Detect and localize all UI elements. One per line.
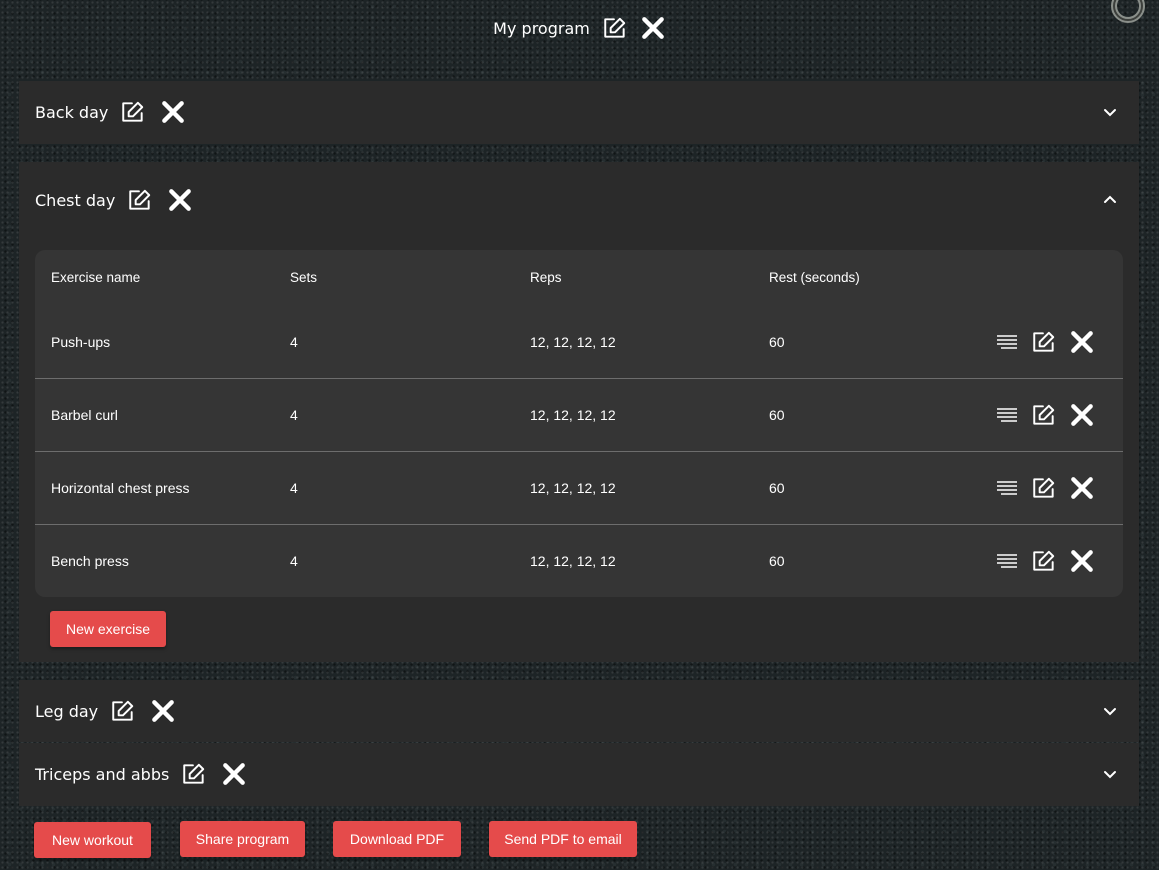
exercise-reps: 12, 12, 12, 12 [530,333,616,350]
notes-icon[interactable] [995,330,1019,354]
edit-icon[interactable] [127,187,153,213]
share-program-button[interactable]: Share program [180,821,305,857]
workout-panel-chest-day: Chest day Exercise name Sets Reps Rest (… [19,162,1139,662]
chevron-down-icon[interactable] [1103,769,1117,779]
edit-icon[interactable] [602,15,628,41]
exercise-reps: 12, 12, 12, 12 [530,407,616,423]
edit-icon[interactable] [1031,548,1057,574]
exercise-sets: 4 [290,480,298,496]
edit-icon[interactable] [110,698,136,724]
exercise-table: Exercise name Sets Reps Rest (seconds) P… [35,250,1123,597]
edit-icon[interactable] [1031,329,1057,355]
workout-header[interactable]: Chest day [19,162,1139,238]
new-exercise-button[interactable]: New exercise [50,611,166,647]
exercise-reps: 12, 12, 12, 12 [530,553,616,569]
workout-header[interactable]: Leg day [19,680,1139,742]
chevron-down-icon[interactable] [1103,107,1117,117]
close-icon[interactable] [160,99,186,125]
exercise-name: Push-ups [51,333,111,350]
row-actions [995,475,1095,501]
close-icon[interactable] [167,187,193,213]
close-icon[interactable] [1069,402,1095,428]
exercise-sets: 4 [290,407,298,423]
exercise-reps: 12, 12, 12, 12 [530,480,616,496]
chevron-down-icon[interactable] [1103,706,1117,716]
close-icon[interactable] [150,698,176,724]
workout-name: Leg day [35,701,99,721]
exercise-rest: 60 [769,553,785,569]
edit-icon[interactable] [120,99,146,125]
workout-name: Triceps and abbs [35,764,170,784]
exercise-rest: 60 [769,407,785,423]
send-pdf-to-email-button[interactable]: Send PDF to email [489,821,637,857]
close-icon[interactable] [1069,475,1095,501]
close-icon[interactable] [221,761,247,787]
column-header-sets: Sets [290,270,318,285]
table-header: Exercise name Sets Reps Rest (seconds) [35,250,1123,305]
exercise-rest: 60 [769,333,785,350]
notes-icon[interactable] [995,403,1019,427]
notes-icon[interactable] [995,549,1019,573]
table-row: Barbel curl 4 12, 12, 12, 12 60 [35,378,1123,451]
exercise-sets: 4 [290,333,298,350]
exercise-name: Horizontal chest press [51,480,190,496]
workout-header[interactable]: Back day [19,81,1139,143]
row-actions [995,548,1095,574]
exercise-name: Barbel curl [51,407,118,423]
workout-name: Chest day [35,190,116,210]
program-header: My program [0,12,1159,44]
row-actions [995,329,1095,355]
edit-icon[interactable] [1031,475,1057,501]
download-pdf-button[interactable]: Download PDF [333,821,461,857]
row-actions [995,402,1095,428]
exercise-sets: 4 [290,553,298,569]
column-header-exercise-name: Exercise name [51,270,141,285]
workout-panel-triceps-and-abbs: Triceps and abbs [19,743,1139,806]
close-icon[interactable] [1069,548,1095,574]
edit-icon[interactable] [1031,402,1057,428]
workout-panel-back-day: Back day [19,81,1139,144]
table-row: Push-ups 4 12, 12, 12, 12 60 [35,305,1123,378]
close-icon[interactable] [640,15,666,41]
notes-icon[interactable] [995,476,1019,500]
program-title: My program [493,18,590,38]
edit-icon[interactable] [181,761,207,787]
column-header-rest: Rest (seconds) [769,270,860,285]
table-row: Horizontal chest press 4 12, 12, 12, 12 … [35,451,1123,524]
close-icon[interactable] [1069,329,1095,355]
exercise-rest: 60 [769,480,785,496]
column-header-reps: Reps [530,270,562,285]
workout-header[interactable]: Triceps and abbs [19,743,1139,805]
table-row: Bench press 4 12, 12, 12, 12 60 [35,524,1123,597]
chevron-up-icon[interactable] [1103,195,1117,205]
exercise-name: Bench press [51,553,129,569]
workout-name: Back day [35,102,109,122]
workout-panel-leg-day: Leg day [19,680,1139,742]
new-workout-button[interactable]: New workout [34,822,151,858]
